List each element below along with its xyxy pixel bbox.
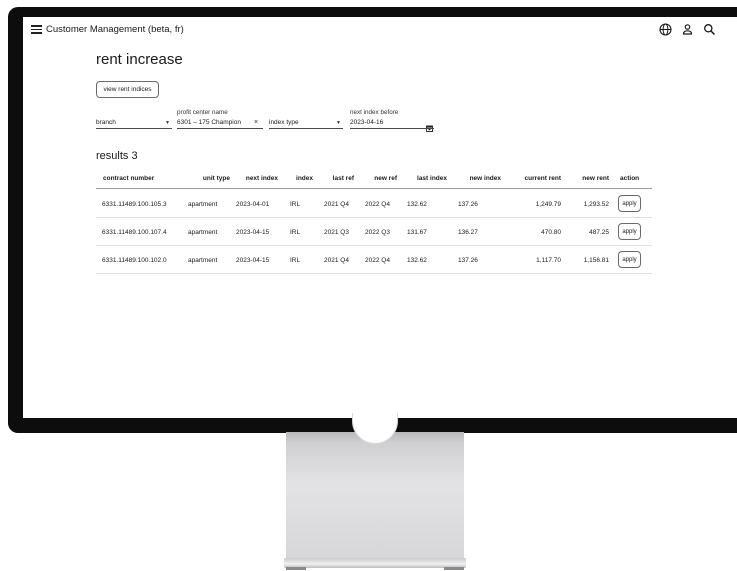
new-rent-cell: 1,156.81 xyxy=(583,257,609,264)
table-row: 6331.11489.100.107.4 apartment 2023-04-1… xyxy=(96,218,652,246)
page-title: rent increase xyxy=(96,51,183,68)
column-header-action: action xyxy=(620,175,640,182)
last-ref-cell: 2021 Q3 xyxy=(324,229,349,236)
next-index-before-date-input[interactable]: next index before 2023-04-16 xyxy=(350,106,434,132)
branch-select-value: branch xyxy=(96,119,116,126)
stand-foot-left xyxy=(286,567,306,570)
new-index-cell: 137.26 xyxy=(458,201,478,208)
profit-center-label: profit center name xyxy=(177,109,228,116)
index-cell: IRL xyxy=(290,201,301,208)
app-header: Customer Management (beta, fr) xyxy=(23,17,737,43)
contract-number-cell: 6331.11489.100.102.0 xyxy=(102,257,167,264)
chevron-down-icon: ▼ xyxy=(336,120,341,126)
new-ref-cell: 2022 Q4 xyxy=(365,257,390,264)
stand-foot-right xyxy=(444,567,464,570)
chevron-down-icon: ▼ xyxy=(165,120,170,126)
current-rent-cell: 1,117.70 xyxy=(536,257,561,264)
clear-icon[interactable]: × xyxy=(254,119,258,126)
new-index-cell: 136.27 xyxy=(458,229,478,236)
monitor-stand-base xyxy=(284,558,466,568)
column-header-unit-type: unit type xyxy=(202,175,230,182)
column-header-next-index: next index xyxy=(245,175,278,182)
table-row: 6331.11489.100.105.3 apartment 2023-04-0… xyxy=(96,190,652,218)
next-index-before-value: 2023-04-16 xyxy=(350,119,384,126)
index-cell: IRL xyxy=(290,229,301,236)
branch-underline xyxy=(96,128,172,129)
unit-type-cell: apartment xyxy=(188,201,218,208)
column-header-index: index xyxy=(296,175,313,182)
last-index-cell: 132.62 xyxy=(407,201,427,208)
profit-center-underline xyxy=(177,128,263,129)
new-rent-cell: 487.25 xyxy=(589,229,609,236)
results-table-header: contract number unit type next index ind… xyxy=(96,169,652,189)
next-index-cell: 2023-04-15 xyxy=(236,257,270,264)
next-index-before-underline xyxy=(350,128,434,129)
unit-type-cell: apartment xyxy=(188,257,218,264)
index-type-select[interactable]: index type ▼ xyxy=(269,111,343,129)
profit-center-input[interactable]: profit center name 6301 – 175 Champion × xyxy=(177,106,263,129)
new-ref-cell: 2022 Q4 xyxy=(365,201,390,208)
branch-select[interactable]: branch ▼ xyxy=(96,111,172,129)
new-rent-cell: 1,293.52 xyxy=(583,201,609,208)
column-header-current-rent: current rent xyxy=(524,175,561,182)
last-ref-cell: 2021 Q4 xyxy=(324,201,349,208)
profit-center-value: 6301 – 175 Champion xyxy=(177,119,241,126)
table-row: 6331.11489.100.102.0 apartment 2023-04-1… xyxy=(96,246,652,274)
index-cell: IRL xyxy=(290,257,301,264)
next-index-cell: 2023-04-15 xyxy=(236,229,270,236)
new-ref-cell: 2022 Q3 xyxy=(365,229,390,236)
last-index-cell: 132.62 xyxy=(407,257,427,264)
app-title: Customer Management (beta, fr) xyxy=(46,24,184,35)
current-rent-cell: 1,249.79 xyxy=(535,201,561,208)
user-icon[interactable] xyxy=(681,23,695,37)
column-header-last-ref: last ref xyxy=(332,175,354,182)
next-index-before-label: next index before xyxy=(350,109,399,116)
column-header-new-rent: new rent xyxy=(582,175,609,182)
search-icon[interactable] xyxy=(703,23,717,37)
apply-button[interactable]: apply xyxy=(618,223,641,240)
unit-type-cell: apartment xyxy=(188,229,218,236)
last-ref-cell: 2021 Q4 xyxy=(324,257,349,264)
hamburger-menu-icon[interactable] xyxy=(31,25,42,34)
column-header-new-index: new index xyxy=(469,175,501,182)
contract-number-cell: 6331.11489.100.107.4 xyxy=(102,229,167,236)
last-index-cell: 131.67 xyxy=(407,229,427,236)
contract-number-cell: 6331.11489.100.105.3 xyxy=(102,201,167,208)
index-type-underline xyxy=(269,128,343,129)
column-header-new-ref: new ref xyxy=(374,175,397,182)
new-index-cell: 137.26 xyxy=(458,257,478,264)
index-type-select-value: index type xyxy=(269,119,299,126)
view-rent-indices-button[interactable]: view rent indices xyxy=(96,81,159,98)
apply-button[interactable]: apply xyxy=(618,251,641,268)
next-index-cell: 2023-04-01 xyxy=(236,201,270,208)
globe-icon[interactable] xyxy=(659,23,673,37)
column-header-contract-number: contract number xyxy=(103,175,155,182)
column-header-last-index: last index xyxy=(417,175,447,182)
monitor-screen: Customer Management (beta, fr) rent incr… xyxy=(23,17,737,418)
monitor-stand xyxy=(286,432,464,562)
results-count: results 3 xyxy=(96,150,138,162)
apply-button[interactable]: apply xyxy=(618,195,641,212)
current-rent-cell: 470.80 xyxy=(541,229,561,236)
